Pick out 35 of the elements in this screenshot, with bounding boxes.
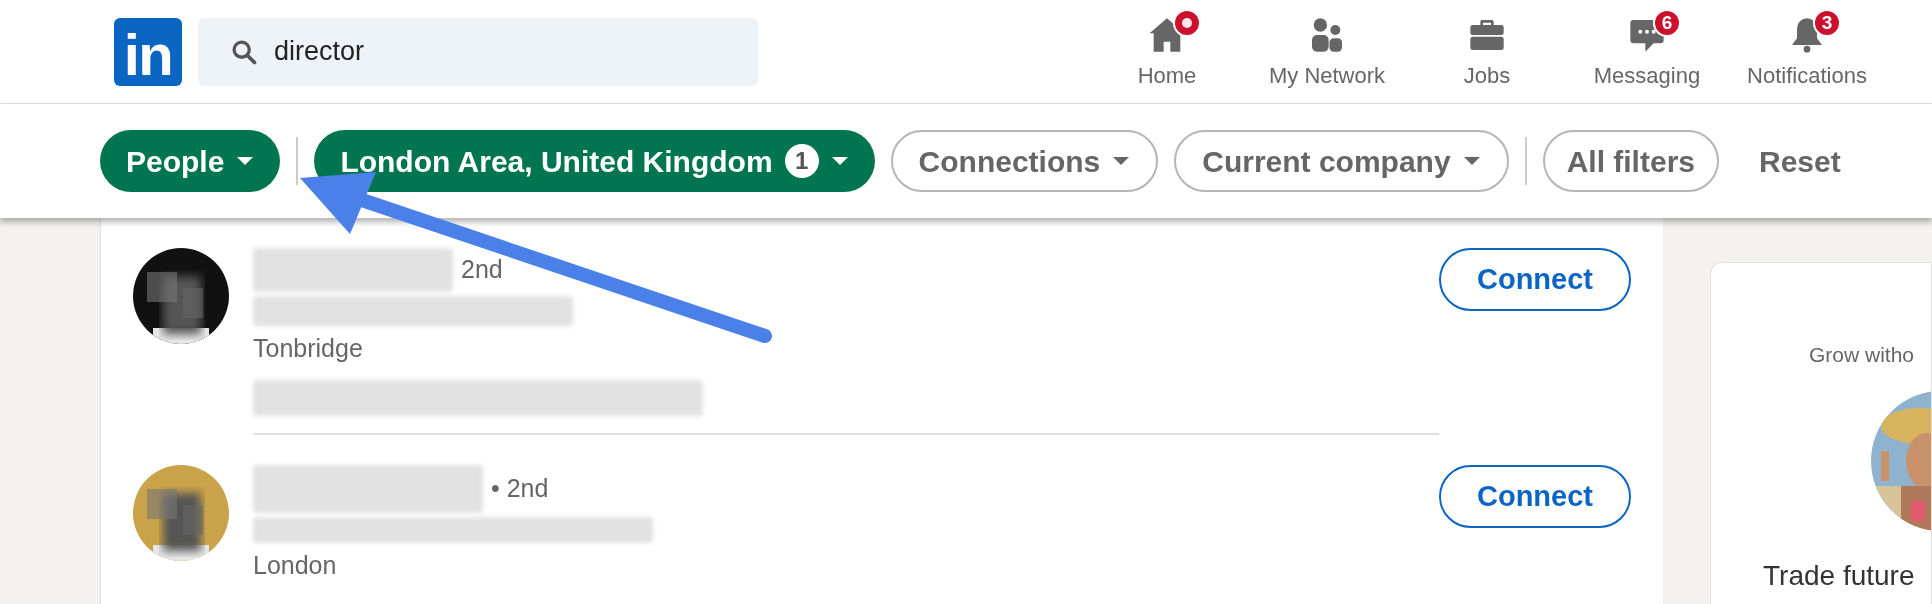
nav-label: Home [1137, 62, 1197, 90]
location-text: Tonbridge [253, 333, 364, 364]
nav-label: My Network [1268, 62, 1386, 90]
count-badge: 6 [1653, 9, 1681, 37]
promo-text: Grow witho [1809, 342, 1915, 368]
all-filters-button[interactable]: All filters [1542, 130, 1719, 192]
filter-pill[interactable]: London Area, United Kingdom 1 [314, 130, 875, 192]
filter-pill[interactable]: Current company [1174, 130, 1509, 192]
search-icon [230, 37, 258, 66]
count-badge: 3 [1813, 9, 1841, 37]
filter-pill[interactable]: People [100, 130, 281, 192]
nav-label: Jobs [1463, 62, 1511, 90]
caret-icon [1112, 156, 1131, 166]
connection-degree: • 2nd [491, 473, 549, 505]
location-text: London [253, 550, 338, 581]
reset-button[interactable]: Reset [1759, 138, 1841, 184]
promo-headline: Trade future [1763, 559, 1915, 593]
nav-item[interactable]: Jobs [1407, 0, 1567, 103]
nav-item[interactable]: My Network [1247, 0, 1407, 103]
logo[interactable]: in [114, 17, 182, 86]
connect-button[interactable]: Connect [1439, 248, 1631, 311]
connection-degree: 2nd [461, 254, 503, 286]
nav-item[interactable]: 6 Messaging [1567, 0, 1727, 103]
nav-item[interactable]: Home [1087, 0, 1247, 103]
count-badge: 1 [784, 144, 819, 178]
search-input[interactable]: director [274, 31, 694, 72]
search-field[interactable]: director [198, 17, 758, 86]
caret-icon [1462, 156, 1481, 166]
filter-pill[interactable]: Connections [890, 130, 1159, 192]
nav-item[interactable]: 3 Notifications [1727, 0, 1887, 103]
caret-icon [236, 156, 255, 166]
caret-icon [830, 156, 849, 166]
nav-label: Notifications [1747, 62, 1867, 90]
nav-label: Messaging [1593, 62, 1701, 90]
connect-button[interactable]: Connect [1439, 465, 1631, 528]
